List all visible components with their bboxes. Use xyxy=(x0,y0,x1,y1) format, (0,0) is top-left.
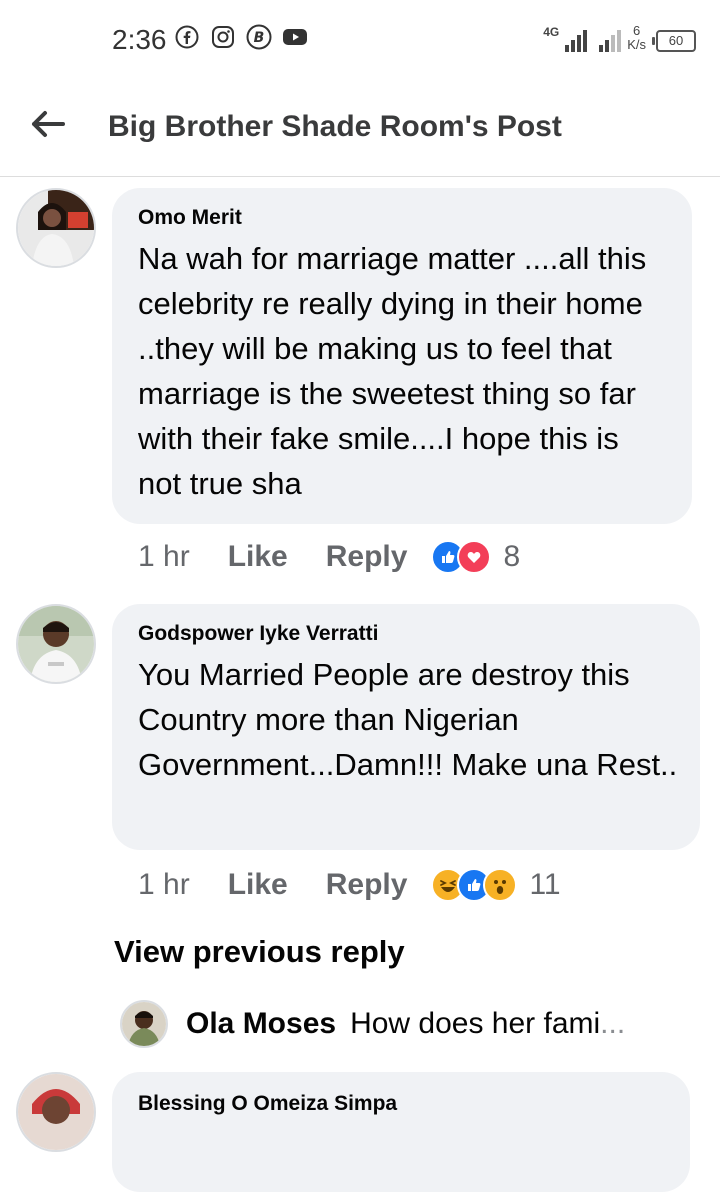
reply-preview[interactable]: Ola Moses How does her fami ... xyxy=(120,1000,680,1048)
comment-time[interactable]: 1 hr xyxy=(138,540,190,574)
love-reaction-icon xyxy=(457,540,492,574)
avatar[interactable] xyxy=(120,1000,168,1048)
network-speed: 6 K/s xyxy=(627,23,646,52)
status-bar: 2:36 B 4G 6 K/s 60 xyxy=(0,0,720,80)
comment-actions: 1 hr Like Reply 11 xyxy=(138,868,561,902)
avatar[interactable] xyxy=(16,188,96,268)
like-button[interactable]: Like xyxy=(228,540,288,574)
status-time: 2:36 xyxy=(112,24,167,55)
view-previous-reply-link[interactable]: View previous reply xyxy=(114,934,405,970)
comment-text: Na wah for marriage matter ....all this … xyxy=(138,241,647,501)
like-button[interactable]: Like xyxy=(228,868,288,902)
facebook-icon xyxy=(174,24,200,50)
reply-button[interactable]: Reply xyxy=(326,868,408,902)
comment-time[interactable]: 1 hr xyxy=(138,868,190,902)
back-button[interactable] xyxy=(28,106,68,142)
reply-button[interactable]: Reply xyxy=(326,540,408,574)
reply-ellipsis: ... xyxy=(600,1007,626,1040)
comment-author[interactable]: Omo Merit xyxy=(138,206,670,230)
reaction-count[interactable]: 11 xyxy=(529,868,560,902)
instagram-icon xyxy=(210,24,236,50)
b-app-icon: B xyxy=(246,24,272,50)
signal-strength-icon xyxy=(565,30,588,52)
comment-author[interactable]: Godspower Iyke Verratti xyxy=(138,622,678,646)
reaction-summary[interactable] xyxy=(431,540,492,574)
comment-text: You Married People are destroy this Coun… xyxy=(138,657,678,782)
network-type: 4G xyxy=(543,25,560,39)
status-app-icons: B xyxy=(174,24,308,50)
avatar[interactable] xyxy=(16,604,96,684)
wow-reaction-icon xyxy=(483,868,518,902)
youtube-icon xyxy=(282,24,308,50)
avatar[interactable] xyxy=(16,1072,96,1152)
reaction-summary[interactable] xyxy=(431,868,518,902)
svg-text:B: B xyxy=(254,30,265,46)
back-arrow-icon xyxy=(32,111,65,137)
reaction-count[interactable]: 8 xyxy=(503,540,520,574)
battery-icon: 60 xyxy=(652,30,696,52)
reply-text: How does her fami xyxy=(350,1007,601,1040)
comment-author[interactable]: Blessing O Omeiza Simpa xyxy=(138,1092,668,1116)
reply-author[interactable]: Ola Moses xyxy=(186,1007,336,1041)
signal-strength-2-icon xyxy=(599,30,622,52)
app-header: Big Brother Shade Room's Post xyxy=(0,80,720,177)
status-right: 4G 6 K/s 60 xyxy=(543,24,696,52)
comment-bubble[interactable]: Omo Merit Na wah for marriage matter ...… xyxy=(112,188,692,524)
page-title: Big Brother Shade Room's Post xyxy=(108,110,562,143)
comment-bubble[interactable]: Godspower Iyke Verratti You Married Peop… xyxy=(112,604,700,850)
comment-bubble[interactable]: Blessing O Omeiza Simpa xyxy=(112,1072,690,1192)
comment-actions: 1 hr Like Reply 8 xyxy=(138,540,520,574)
